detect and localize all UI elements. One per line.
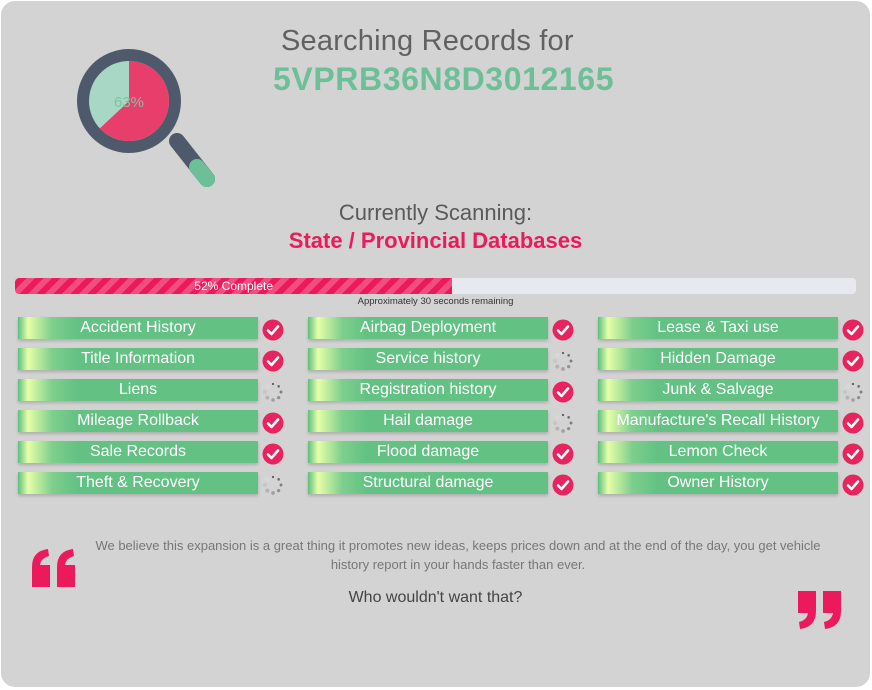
check-circle-icon (552, 443, 574, 465)
scanning-target: State / Provincial Databases (288, 228, 583, 253)
check-item: Sale Records (18, 441, 290, 465)
page-title: Searching Records for (281, 25, 574, 57)
check-circle-icon (552, 381, 574, 403)
check-circle-icon (842, 474, 864, 496)
check-circle-icon (552, 319, 574, 341)
scanning-label: Currently Scanning: (338, 200, 533, 225)
spinner-icon (552, 413, 573, 433)
check-circle-icon (552, 474, 574, 496)
check-item-label: Sale Records (89, 443, 187, 460)
check-item: Lemon Check (598, 441, 870, 465)
check-item-label: Structural damage (362, 474, 494, 491)
check-item: Manufacture's Recall History (598, 410, 870, 434)
search-progress-card: 63% Searching Records for 5VPRB36N8D3012… (1, 1, 870, 687)
check-item-label: Accident History (80, 319, 196, 336)
check-item: Theft & Recovery (18, 472, 290, 496)
check-item-label: Title Information (80, 350, 196, 367)
check-circle-icon (842, 412, 864, 434)
check-item-label: Lease & Taxi use (657, 319, 779, 336)
check-item: Structural damage (308, 472, 580, 496)
testimonial-text: We believe this expansion is a great thi… (95, 538, 821, 572)
vin-number: 5VPRB36N8D3012165 (273, 61, 615, 97)
check-item: Lease & Taxi use (598, 317, 870, 341)
check-item: Mileage Rollback (18, 410, 290, 434)
check-item: Service history (308, 348, 580, 372)
spinner-icon (552, 351, 573, 371)
check-item: Junk & Salvage (598, 379, 870, 403)
check-circle-icon (842, 319, 864, 341)
check-item-label: Mileage Rollback (77, 412, 199, 429)
check-item-label: Airbag Deployment (359, 319, 497, 336)
check-circle-icon (842, 443, 864, 465)
check-item-label: Liens (118, 381, 158, 398)
check-item-label: Hail damage (383, 412, 473, 429)
close-quote-icon (798, 591, 841, 629)
check-item: Airbag Deployment (308, 317, 580, 341)
check-item: Hail damage (308, 410, 580, 434)
check-circle-icon (262, 350, 284, 372)
check-item: Hidden Damage (598, 348, 870, 372)
time-remaining: Approximately 30 seconds remaining (357, 296, 514, 307)
check-item-label: Manufacture's Recall History (616, 412, 820, 429)
check-item: Registration history (308, 379, 580, 403)
check-item-label: Lemon Check (668, 443, 768, 460)
check-item: Flood damage (308, 441, 580, 465)
check-item: Owner History (598, 472, 870, 496)
progress-bar: 52% Complete (15, 278, 856, 294)
spinner-icon (262, 475, 283, 495)
check-item: Accident History (18, 317, 290, 341)
check-item-label: Owner History (667, 474, 769, 491)
check-item: Title Information (18, 348, 290, 372)
check-item-label: Junk & Salvage (662, 381, 774, 398)
check-item-label: Service history (375, 350, 481, 367)
check-item-label: Flood damage (376, 443, 480, 460)
testimonial-question: Who wouldn't want that? (348, 589, 523, 606)
spinner-icon (842, 382, 863, 402)
check-item-label: Registration history (359, 381, 497, 398)
gauge-percent-label: 63% (114, 94, 144, 111)
spinner-icon (262, 382, 283, 402)
check-item-label: Theft & Recovery (76, 474, 200, 491)
check-item-label: Hidden Damage (660, 350, 776, 367)
magnifier-icon: 63% (77, 49, 215, 187)
check-circle-icon (842, 350, 864, 372)
check-item: Liens (18, 379, 290, 403)
check-circle-icon (262, 412, 284, 434)
check-circle-icon (262, 443, 284, 465)
check-circle-icon (262, 319, 284, 341)
progress-label: 52% Complete (194, 279, 274, 293)
open-quote-icon (32, 549, 75, 587)
